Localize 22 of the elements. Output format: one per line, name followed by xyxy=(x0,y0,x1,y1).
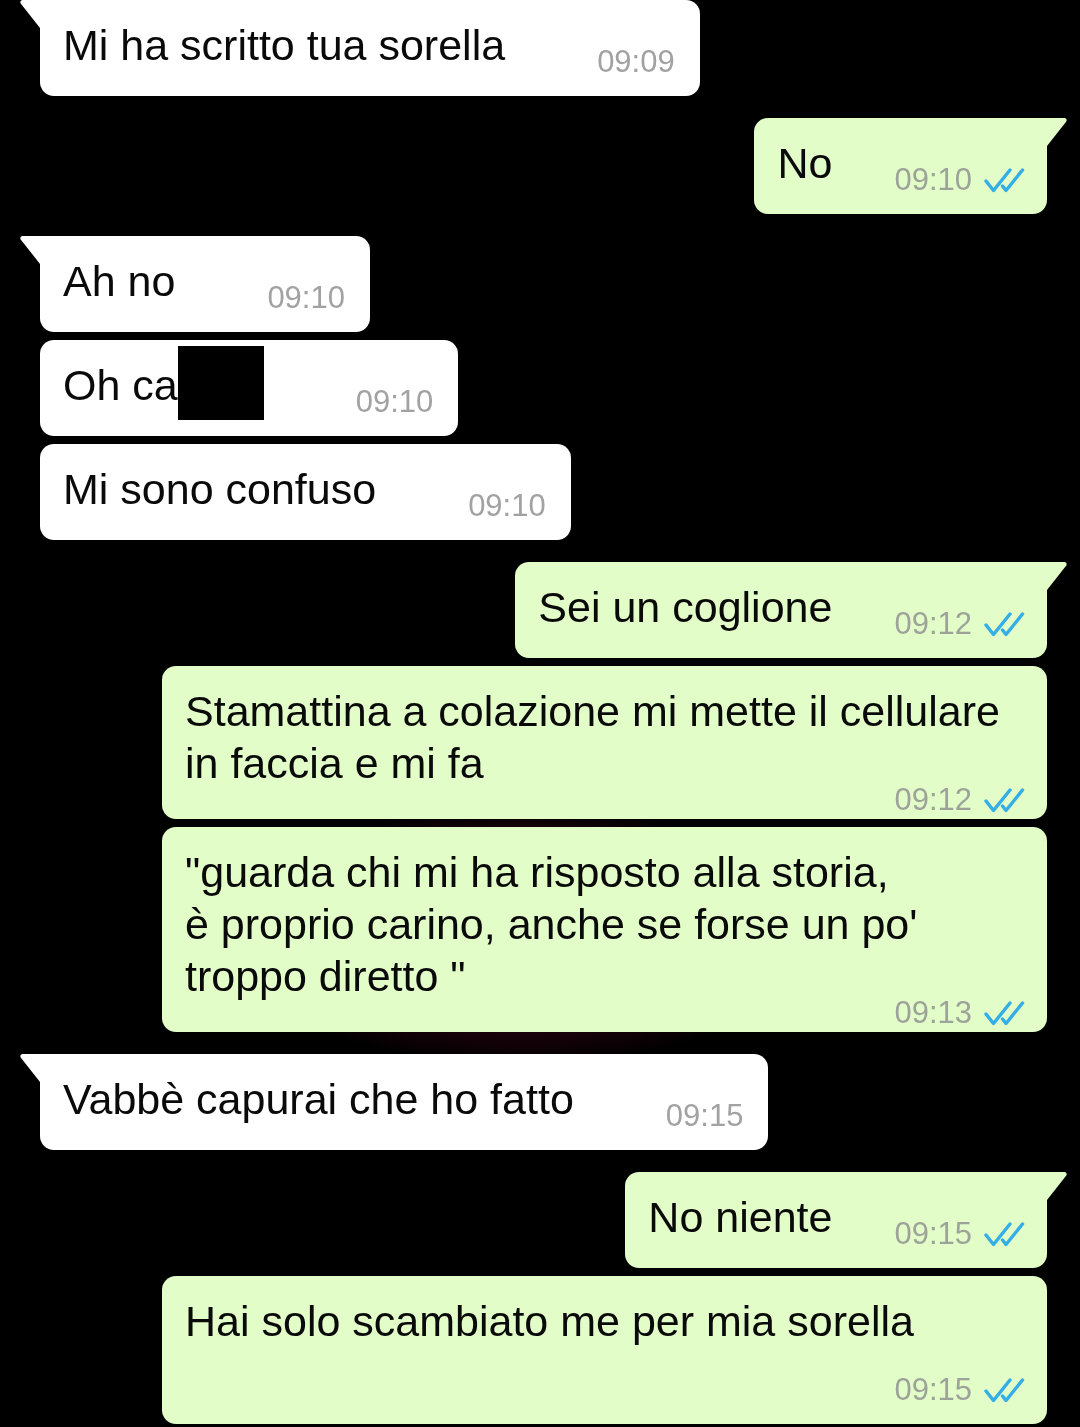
message-text: Stamattina a colazione mi mette il cellulare in faccia e mi fa xyxy=(185,687,1001,787)
message-text: Sei un coglione xyxy=(538,583,833,631)
timestamp: 09:10 xyxy=(468,488,546,524)
timestamp: 09:09 xyxy=(597,44,675,80)
timestamp: 09:10 xyxy=(355,384,434,420)
message-text: Vabbè capurai che ho fatto xyxy=(63,1075,574,1123)
message-text: Mi ha scritto tua sorella xyxy=(63,21,506,69)
timestamp: 09:15 xyxy=(894,1372,972,1408)
message-text: Oh ca xyxy=(63,361,178,409)
timestamp: 09:13 xyxy=(894,1000,972,1026)
timestamp: 09:15 xyxy=(894,1216,972,1252)
timestamp: 09:12 xyxy=(894,787,972,813)
message-text: Ah no xyxy=(63,257,176,305)
message-text: "guarda chi mi ha risposto alla storia, è proprio carino, anche se forse un po' troppo diretto " xyxy=(185,848,919,1000)
message-text: No xyxy=(777,139,833,187)
timestamp: 09:12 xyxy=(894,606,972,642)
message-text: Mi sono confuso xyxy=(63,465,377,513)
timestamp: 09:15 xyxy=(665,1098,744,1134)
timestamp: 09:10 xyxy=(894,162,972,198)
timestamp: 09:10 xyxy=(267,280,345,316)
message-text: Hai solo scambiato me per mia sorella xyxy=(185,1297,914,1345)
message-text: No niente xyxy=(648,1193,833,1241)
